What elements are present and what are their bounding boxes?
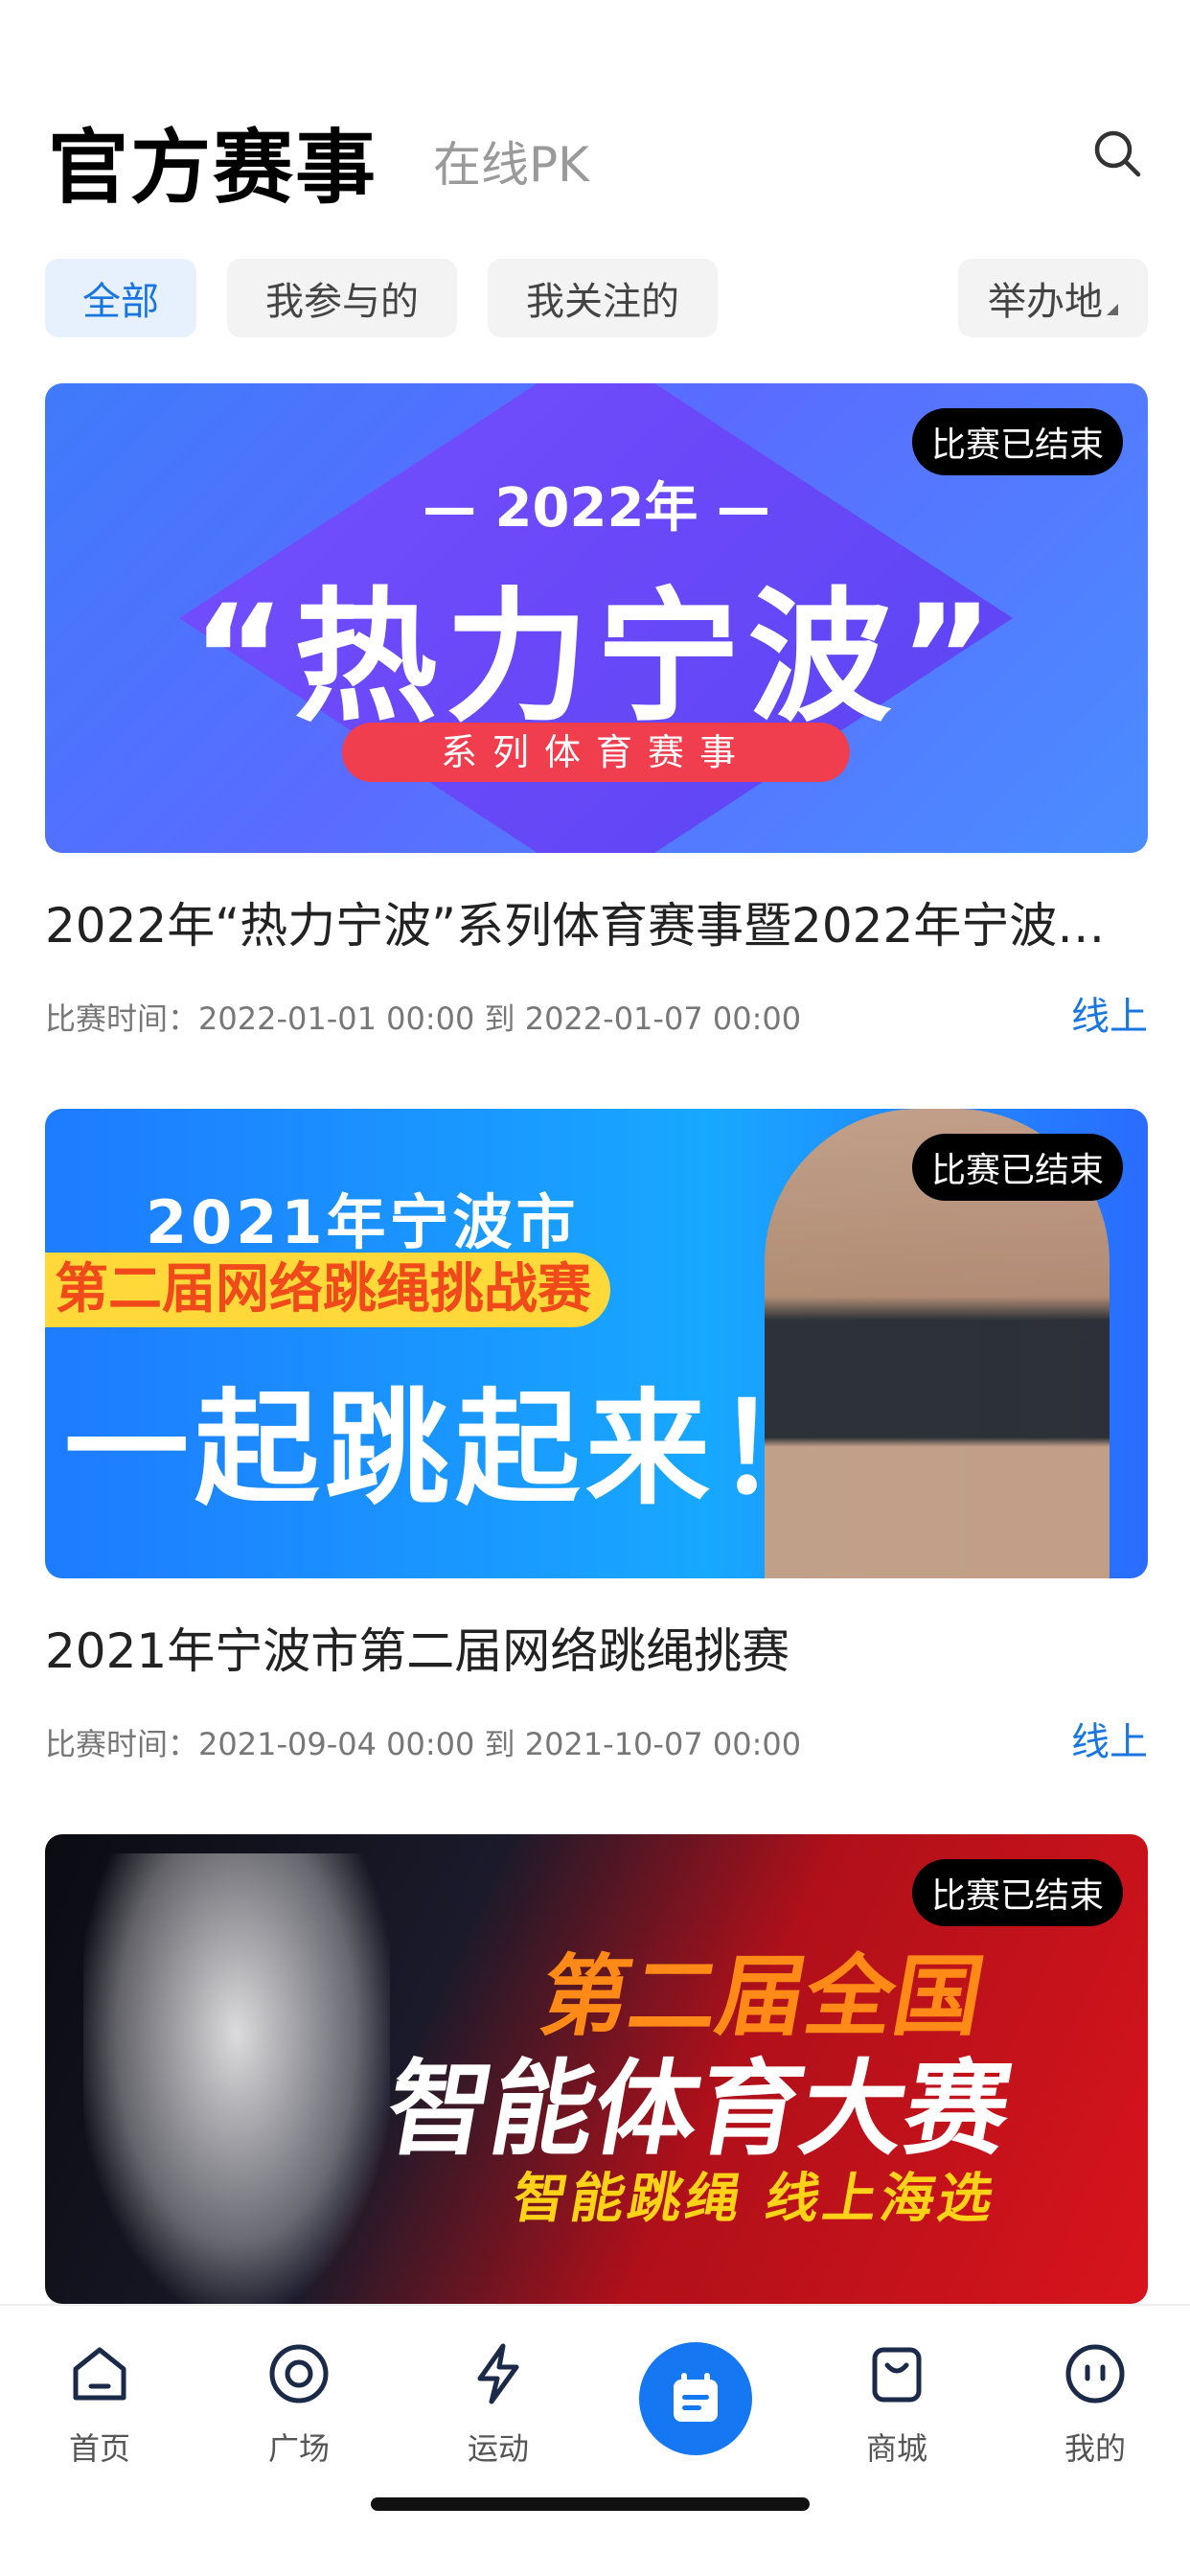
plaza-icon	[269, 2344, 329, 2404]
tab-label: 广场	[267, 2430, 330, 2467]
lightning-icon	[477, 2343, 519, 2404]
banner-year: — 2022年 —	[423, 477, 770, 540]
bottom-tab-bar: 首页 广场 运动 商城 我的	[0, 2304, 1190, 2576]
location-filter-label: 举办地	[988, 280, 1103, 324]
banner-line-2: 第二届网络跳绳挑战赛	[45, 1253, 610, 1327]
event-time: 比赛时间：2022-01-01 00:00 到 2022-01-07 00:00	[45, 1000, 802, 1037]
status-badge: 比赛已结束	[911, 1859, 1123, 1926]
page-title: 官方赛事	[48, 121, 378, 215]
header: 官方赛事 在线PK	[0, 0, 1190, 240]
tab-label: 首页	[68, 2430, 130, 2467]
tab-plaza[interactable]: 广场	[232, 2340, 366, 2469]
search-icon[interactable]	[1090, 126, 1144, 180]
event-card[interactable]: 第二届全国 智能体育大赛 智能跳绳 线上海选 比赛已结束	[45, 1834, 1148, 2304]
filter-bar: 全部 我参与的 我关注的 举办地	[0, 259, 1190, 337]
banner-ribbon: 系列体育赛事	[342, 723, 850, 782]
home-indicator[interactable]	[371, 2497, 810, 2511]
event-type: 线上	[1071, 995, 1148, 1039]
event-banner[interactable]: — 2022年 — “热力宁波” 系列体育赛事 比赛已结束	[45, 383, 1148, 853]
runner-silhouette	[83, 1853, 390, 2304]
event-title[interactable]: 2022年“热力宁波”系列体育赛事暨2022年宁波…	[45, 887, 1148, 956]
profile-icon	[1065, 2344, 1125, 2404]
tab-home[interactable]: 首页	[33, 2340, 167, 2469]
banner-line-2: 智能体育大赛	[378, 2050, 1020, 2170]
tab-events-center-button[interactable]	[639, 2342, 752, 2455]
event-type: 线上	[1071, 1720, 1148, 1764]
status-badge: 比赛已结束	[911, 408, 1123, 475]
calendar-icon	[674, 2373, 718, 2422]
banner-line-3: 一起跳起来！	[64, 1376, 847, 1522]
tab-online-pk[interactable]: 在线PK	[433, 126, 589, 196]
location-filter-dropdown[interactable]: 举办地	[958, 259, 1148, 337]
filter-chip-all[interactable]: 全部	[45, 259, 196, 337]
event-banner[interactable]: 第二届全国 智能体育大赛 智能跳绳 线上海选 比赛已结束	[45, 1834, 1148, 2304]
banner-line-3: 智能跳绳 线上海选	[508, 2168, 1002, 2230]
status-badge: 比赛已结束	[911, 1134, 1123, 1201]
filter-chip-followed[interactable]: 我关注的	[488, 259, 718, 337]
tab-shop[interactable]: 商城	[830, 2340, 964, 2469]
event-card[interactable]: — 2022年 — “热力宁波” 系列体育赛事 比赛已结束 2022年“热力宁波…	[45, 383, 1148, 1039]
dropdown-corner-icon	[1107, 304, 1118, 315]
tab-sport[interactable]: 运动	[431, 2340, 565, 2469]
filter-chip-participated[interactable]: 我参与的	[227, 259, 457, 337]
event-banner[interactable]: 2021年宁波市 第二届网络跳绳挑战赛 一起跳起来！ 比赛已结束	[45, 1109, 1148, 1578]
tab-label: 商城	[865, 2430, 927, 2467]
tab-label: 我的	[1064, 2430, 1126, 2467]
event-time: 比赛时间：2021-09-04 00:00 到 2021-10-07 00:00	[45, 1726, 802, 1762]
shopping-bag-icon	[872, 2347, 922, 2403]
home-icon	[73, 2347, 126, 2401]
event-card[interactable]: 2021年宁波市 第二届网络跳绳挑战赛 一起跳起来！ 比赛已结束 2021年宁波…	[45, 1109, 1148, 1764]
banner-headline: “热力宁波”	[191, 575, 1002, 742]
event-title[interactable]: 2021年宁波市第二届网络跳绳挑赛	[45, 1613, 1148, 1682]
tab-profile[interactable]: 我的	[1028, 2340, 1162, 2469]
banner-line-1: 2021年宁波市	[146, 1187, 580, 1257]
tab-label: 运动	[467, 2430, 529, 2467]
